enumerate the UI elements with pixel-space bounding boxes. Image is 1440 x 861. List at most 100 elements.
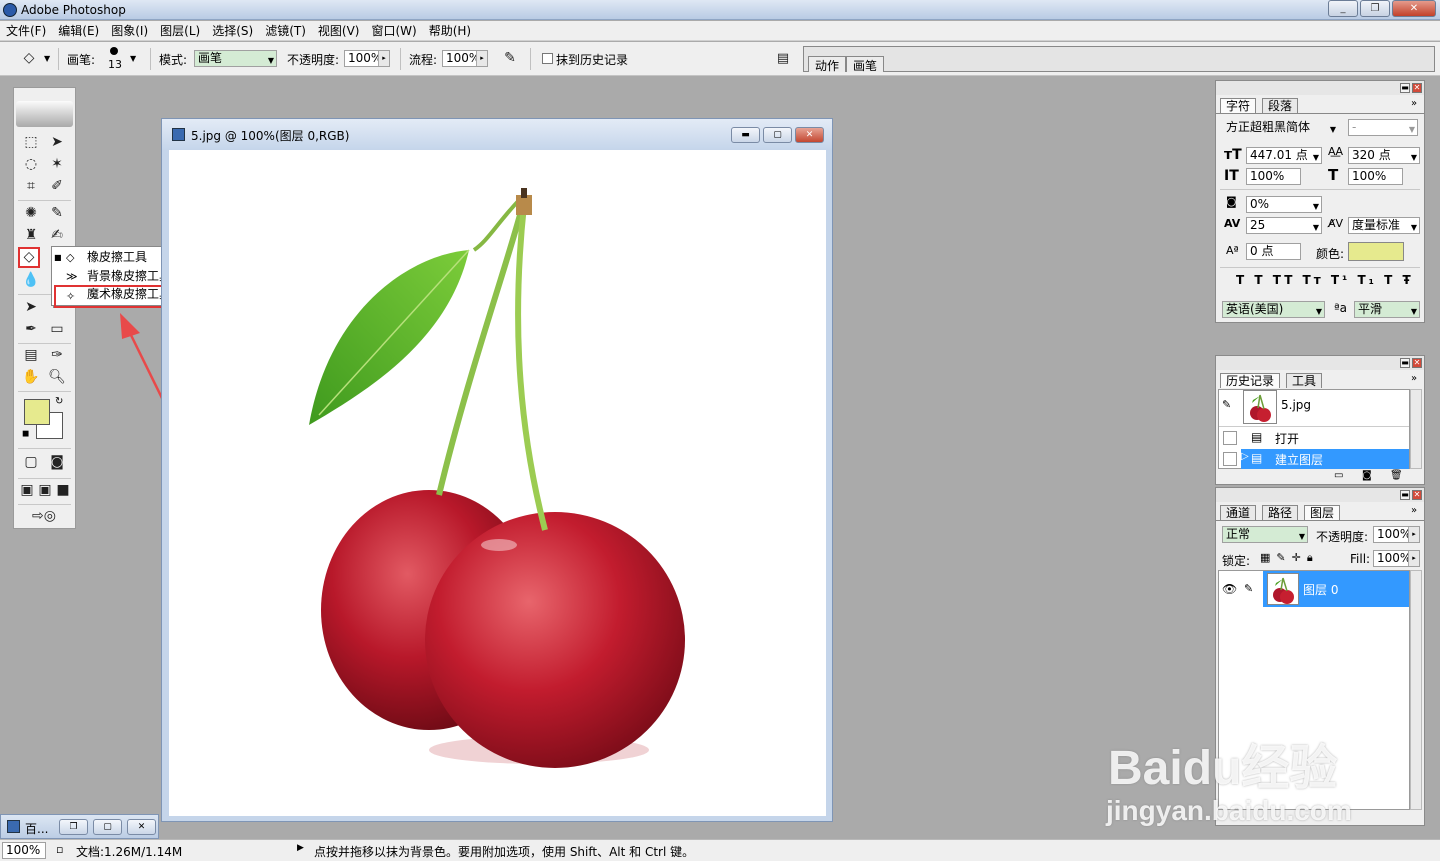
close-button[interactable]: ✕: [1392, 0, 1436, 17]
screen-mode-full-icon[interactable]: ■: [54, 480, 72, 501]
menu-view[interactable]: 视图(V): [312, 21, 366, 41]
quickmask-mode-icon[interactable]: ◙: [46, 452, 68, 473]
panel-menu-arrow[interactable]: »: [1411, 373, 1417, 384]
baseline-shift-input[interactable]: 0 点: [1246, 243, 1301, 260]
menu-window[interactable]: 窗口(W): [365, 21, 422, 41]
screen-mode-full-menu-icon[interactable]: ▣: [36, 480, 54, 501]
blend-mode-select[interactable]: 正常 ▼: [1222, 526, 1308, 543]
blur-tool-icon[interactable]: 💧: [20, 270, 42, 291]
menu-image[interactable]: 图象(I): [105, 21, 154, 41]
leading-input[interactable]: 320 点 ▼: [1348, 147, 1420, 164]
tab-paths[interactable]: 路径: [1262, 505, 1299, 520]
eraser-tool-preset-icon[interactable]: ◇: [18, 48, 40, 69]
doc-maximize-button[interactable]: ▢: [763, 127, 792, 143]
snapshot-icon[interactable]: ◙: [1362, 470, 1372, 481]
menu-layer[interactable]: 图层(L): [154, 21, 206, 41]
pen-tool-icon[interactable]: ✒: [20, 319, 42, 340]
tab-channels[interactable]: 通道: [1220, 505, 1257, 520]
vertical-scale-input[interactable]: 100%: [1246, 168, 1301, 185]
eraser-tool-icon[interactable]: ◇: [18, 247, 40, 268]
tab-tool-presets[interactable]: 工具: [1286, 373, 1323, 388]
min-close-button[interactable]: ✕: [127, 819, 156, 835]
panel-close-button[interactable]: ✕: [1412, 83, 1422, 93]
lasso-tool-icon[interactable]: ◌: [20, 154, 42, 175]
healing-brush-icon[interactable]: ✺: [20, 203, 42, 224]
airbrush-icon[interactable]: ✎: [499, 48, 521, 69]
magic-wand-tool-icon[interactable]: ✶: [46, 154, 68, 175]
preset-dropdown-arrow[interactable]: ▼: [44, 54, 50, 63]
min-maximize-button[interactable]: ▢: [93, 819, 122, 835]
eye-icon[interactable]: 👁︎: [1222, 582, 1237, 596]
menu-filter[interactable]: 滤镜(T): [259, 21, 312, 41]
panel-close-button[interactable]: ✕: [1412, 358, 1422, 368]
status-arrow-icon[interactable]: ▶: [297, 843, 304, 853]
marquee-tool-icon[interactable]: ⬚: [20, 132, 42, 153]
jump-to-imageready-icon[interactable]: ⇨◎: [20, 506, 68, 527]
tracking-input[interactable]: 25 ▼: [1246, 217, 1322, 234]
swap-colors-icon[interactable]: ↻: [55, 396, 63, 407]
doc-close-button[interactable]: ✕: [795, 127, 824, 143]
layer-opacity-input[interactable]: 100% ▸: [1373, 526, 1420, 543]
font-size-input[interactable]: 447.01 点 ▼: [1246, 147, 1322, 164]
path-selection-icon[interactable]: ➤: [20, 297, 42, 318]
kerning-select[interactable]: 度量标准 ▼: [1348, 217, 1420, 234]
lock-options-icon[interactable]: ▦✎✛🔒︎: [1260, 551, 1319, 565]
minimized-document-window[interactable]: 百... ❐ ▢ ✕: [0, 814, 159, 839]
history-item[interactable]: ▤ 打开: [1219, 428, 1409, 448]
flow-input[interactable]: 100% ▸: [442, 50, 488, 67]
tsume-input[interactable]: 0% ▼: [1246, 196, 1322, 213]
opacity-input[interactable]: 100% ▸: [344, 50, 390, 67]
menu-help[interactable]: 帮助(H): [423, 21, 477, 41]
zoom-field[interactable]: 100%: [2, 842, 46, 859]
image-canvas[interactable]: [169, 150, 826, 816]
text-style-buttons-icon[interactable]: T T TT Tт T¹ T₁ T Ŧ: [1236, 273, 1414, 287]
well-tab-actions[interactable]: 动作: [808, 56, 847, 73]
menu-select[interactable]: 选择(S): [206, 21, 259, 41]
doc-info[interactable]: 文档:1.26M/1.14M: [76, 843, 182, 860]
language-select[interactable]: 英语(美国) ▼: [1222, 301, 1325, 318]
document-title-bar[interactable]: 5.jpg @ 100%(图层 0,RGB) ▬ ▢ ✕: [162, 119, 832, 149]
menu-edit[interactable]: 编辑(E): [52, 21, 105, 41]
snapshot-name[interactable]: 5.jpg: [1281, 398, 1311, 412]
palette-well-icon[interactable]: ▤: [772, 48, 794, 69]
well-tab-brushes[interactable]: 画笔: [846, 56, 885, 73]
min-restore-button[interactable]: ❐: [59, 819, 88, 835]
crop-tool-icon[interactable]: ⌗: [20, 176, 42, 197]
brush-preview-icon[interactable]: [110, 47, 118, 55]
doc-minimize-button[interactable]: ▬: [731, 127, 760, 143]
mode-select[interactable]: 画笔 ▼: [194, 50, 277, 67]
tab-history[interactable]: 历史记录: [1220, 373, 1281, 388]
snapshot-thumbnail[interactable]: [1243, 390, 1277, 424]
default-colors-icon[interactable]: ◼: [22, 429, 29, 439]
new-document-icon[interactable]: ▭: [1334, 470, 1343, 481]
panel-minimize-button[interactable]: ▬: [1400, 358, 1410, 368]
fill-input[interactable]: 100% ▸: [1373, 550, 1420, 567]
layers-scrollbar[interactable]: [1410, 570, 1422, 810]
tab-layers[interactable]: 图层: [1304, 505, 1341, 520]
brush-tool-icon[interactable]: ✎: [46, 203, 68, 224]
erase-history-checkbox[interactable]: [542, 53, 553, 64]
panel-menu-arrow[interactable]: »: [1411, 505, 1417, 516]
zoom-tool-icon[interactable]: 🔍︎: [46, 367, 68, 388]
font-family-select[interactable]: 方正超粗黑简体 ▼: [1222, 119, 1339, 136]
panel-menu-arrow[interactable]: »: [1411, 98, 1417, 109]
tab-paragraph[interactable]: 段落: [1262, 98, 1299, 113]
tab-character[interactable]: 字符: [1220, 98, 1257, 113]
antialias-select[interactable]: 平滑 ▼: [1354, 301, 1420, 318]
notes-tool-icon[interactable]: ▤: [20, 345, 42, 366]
text-color-swatch[interactable]: [1348, 242, 1404, 261]
font-style-select[interactable]: - ▼: [1348, 119, 1418, 136]
foreground-color-swatch[interactable]: [24, 399, 50, 425]
layer-row[interactable]: 👁︎ ✎ 图层 0: [1219, 571, 1409, 609]
move-tool-icon[interactable]: ➤: [46, 132, 68, 153]
brush-link-icon[interactable]: ✎: [1244, 582, 1253, 595]
standard-mode-icon[interactable]: ▢: [20, 452, 42, 473]
horizontal-scale-input[interactable]: 100%: [1348, 168, 1403, 185]
history-scrollbar[interactable]: [1410, 389, 1422, 469]
history-brush-icon[interactable]: ✍: [46, 225, 68, 246]
panel-close-button[interactable]: ✕: [1412, 490, 1422, 500]
menu-file[interactable]: 文件(F): [0, 21, 52, 41]
trash-icon[interactable]: 🗑︎: [1390, 470, 1403, 481]
eyedropper-tool-icon[interactable]: ✑: [46, 345, 68, 366]
clone-stamp-icon[interactable]: ♜: [20, 225, 42, 246]
